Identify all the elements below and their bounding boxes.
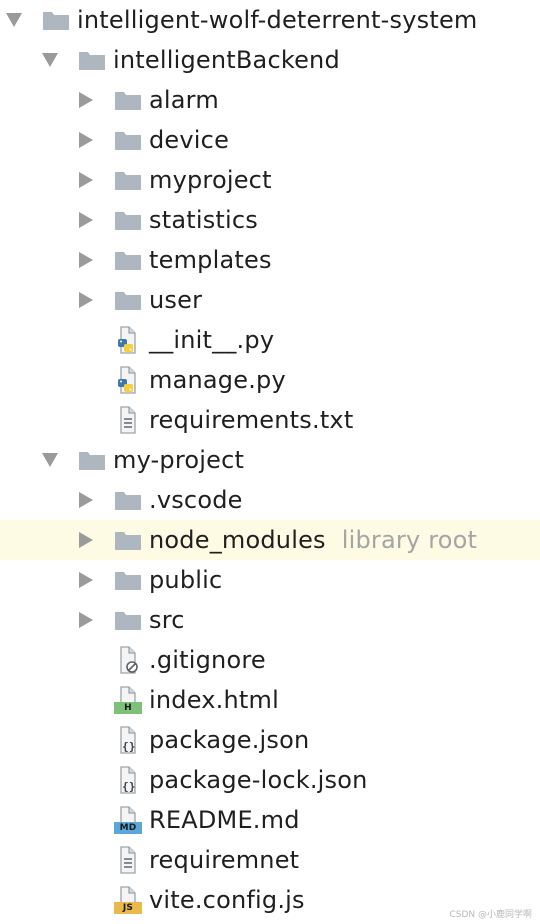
folder-icon (113, 565, 143, 595)
text-file-icon (113, 405, 143, 435)
tree-item-label: node_modules (149, 526, 326, 554)
folder-icon (113, 605, 143, 635)
tree-item-label: package.json (149, 726, 310, 754)
folder-icon (77, 445, 107, 475)
tree-item-label: .gitignore (149, 646, 266, 674)
javascript-file-icon: JS (113, 885, 143, 915)
tree-folder-item[interactable]: myproject (0, 160, 540, 200)
tree-folder-item[interactable]: templates (0, 240, 540, 280)
tree-item-label: myproject (149, 166, 272, 194)
tree-item-label: README.md (149, 806, 300, 834)
tree-item-label: device (149, 126, 230, 154)
tree-item-label: __init__.py (149, 326, 275, 354)
file-type-badge: H (124, 703, 132, 713)
collapsed-arrow-icon[interactable] (76, 530, 96, 550)
tree-folder-item[interactable]: public (0, 560, 540, 600)
tree-folder-item[interactable]: node_modules library root (0, 520, 540, 560)
svg-text:{}: {} (122, 780, 136, 793)
tree-folder-item[interactable]: alarm (0, 80, 540, 120)
tree-folder-item[interactable]: intelligent-wolf-deterrent-system (0, 0, 540, 40)
folder-icon (41, 5, 71, 35)
folder-icon (113, 285, 143, 315)
tree-item-label: .vscode (149, 486, 243, 514)
tree-item-label: requiremnet (149, 846, 300, 874)
gitignore-file-icon (113, 645, 143, 675)
tree-file-item[interactable]: {} package-lock.json (0, 760, 540, 800)
tree-item-label: alarm (149, 86, 219, 114)
html-file-icon: H (113, 685, 143, 715)
tree-file-item[interactable]: .gitignore (0, 640, 540, 680)
tree-item-label: vite.config.js (149, 886, 305, 914)
tree-item-label: intelligent-wolf-deterrent-system (77, 6, 478, 34)
tree-item-label: index.html (149, 686, 279, 714)
collapsed-arrow-icon[interactable] (76, 610, 96, 630)
tree-file-item[interactable]: requirements.txt (0, 400, 540, 440)
tree-file-item[interactable]: __init__.py (0, 320, 540, 360)
project-tree: intelligent-wolf-deterrent-system intell… (0, 0, 540, 920)
tree-folder-item[interactable]: my-project (0, 440, 540, 480)
tree-item-label: statistics (149, 206, 258, 234)
tree-folder-item[interactable]: device (0, 120, 540, 160)
svg-text:{}: {} (122, 740, 136, 753)
expanded-arrow-icon[interactable] (40, 450, 60, 470)
tree-item-label: requirements.txt (149, 406, 354, 434)
json-file-icon: {} (113, 765, 143, 795)
collapsed-arrow-icon[interactable] (76, 90, 96, 110)
tree-folder-item[interactable]: src (0, 600, 540, 640)
folder-icon (113, 245, 143, 275)
folder-icon (113, 125, 143, 155)
tree-folder-item[interactable]: user (0, 280, 540, 320)
watermark: CSDN @小鹿同学啊 (449, 910, 532, 920)
file-type-badge: MD (119, 823, 137, 833)
markdown-file-icon: MD (113, 805, 143, 835)
file-type-badge: JS (122, 903, 134, 913)
collapsed-arrow-icon[interactable] (76, 130, 96, 150)
tree-folder-item[interactable]: .vscode (0, 480, 540, 520)
folder-icon (113, 165, 143, 195)
tree-folder-item[interactable]: intelligentBackend (0, 40, 540, 80)
collapsed-arrow-icon[interactable] (76, 570, 96, 590)
tree-item-label: src (149, 606, 185, 634)
tree-item-label: intelligentBackend (113, 46, 340, 74)
tree-file-item[interactable]: Hindex.html (0, 680, 540, 720)
tree-item-label: public (149, 566, 223, 594)
tree-item-label: manage.py (149, 366, 286, 394)
collapsed-arrow-icon[interactable] (76, 490, 96, 510)
collapsed-arrow-icon[interactable] (76, 210, 96, 230)
tree-item-label: my-project (113, 446, 245, 474)
folder-icon (113, 525, 143, 555)
tree-folder-item[interactable]: statistics (0, 200, 540, 240)
text-file-icon (113, 845, 143, 875)
folder-icon (113, 205, 143, 235)
folder-icon (113, 85, 143, 115)
tree-file-item[interactable]: {} package.json (0, 720, 540, 760)
collapsed-arrow-icon[interactable] (76, 250, 96, 270)
collapsed-arrow-icon[interactable] (76, 170, 96, 190)
tree-item-label: user (149, 286, 203, 314)
expanded-arrow-icon[interactable] (40, 50, 60, 70)
python-file-icon (113, 325, 143, 355)
folder-icon (77, 45, 107, 75)
folder-icon (113, 485, 143, 515)
python-file-icon (113, 365, 143, 395)
library-root-hint: library root (341, 526, 478, 554)
tree-file-item[interactable]: MD README.md (0, 800, 540, 840)
tree-item-label: templates (149, 246, 272, 274)
tree-file-item[interactable]: manage.py (0, 360, 540, 400)
expanded-arrow-icon[interactable] (4, 10, 24, 30)
tree-item-label: package-lock.json (149, 766, 368, 794)
collapsed-arrow-icon[interactable] (76, 290, 96, 310)
tree-file-item[interactable]: requiremnet (0, 840, 540, 880)
json-file-icon: {} (113, 725, 143, 755)
